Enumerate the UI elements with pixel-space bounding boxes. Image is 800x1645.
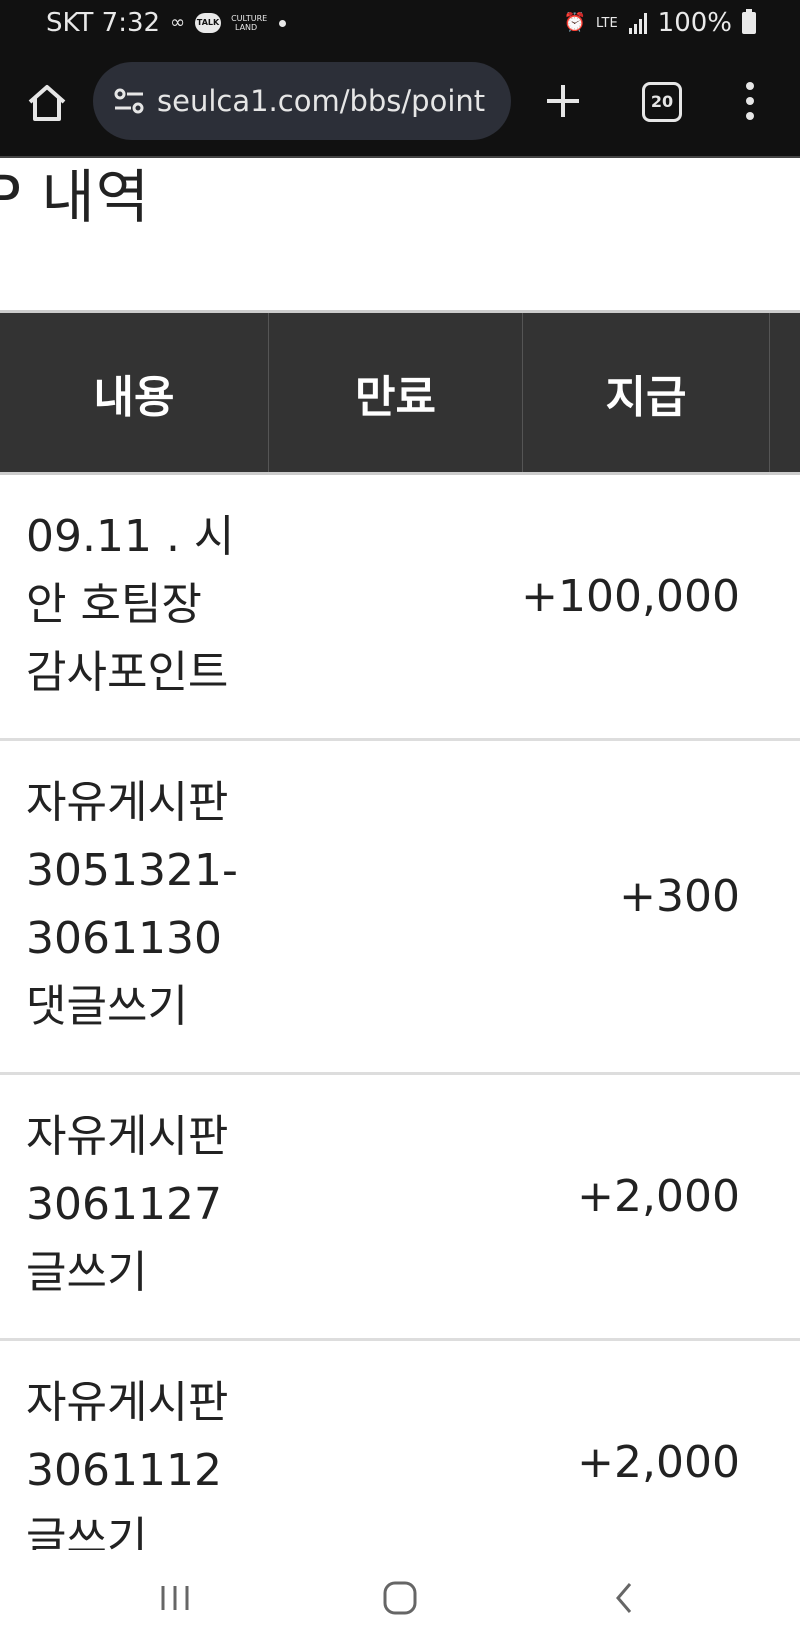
notification-dot-icon [279, 19, 287, 27]
network-type: LTE [596, 15, 618, 31]
culture-land-icon: CULTURE LAND [231, 14, 268, 32]
talk-icon: TALK [195, 13, 222, 33]
table-row: 09.11 . 시안 호팀장 감사포인트 +100,000 [0, 475, 800, 741]
address-bar[interactable]: seulca1.com/bbs/point [93, 62, 511, 140]
navigation-bar [0, 1550, 800, 1645]
table-row: 자유게시판 3061127 글쓰기 +2,000 [0, 1075, 800, 1341]
site-settings-icon[interactable] [113, 87, 145, 115]
signal-icon [628, 13, 647, 34]
new-tab-icon[interactable] [540, 78, 586, 124]
browser-toolbar: seulca1.com/bbs/point 20 [0, 48, 800, 158]
url-text[interactable]: seulca1.com/bbs/point [157, 84, 485, 118]
row-content: 09.11 . 시안 호팀장 감사포인트 [26, 511, 235, 698]
battery-icon [742, 9, 756, 34]
column-header-extra [770, 313, 800, 472]
row-content: 자유게시판 3061112 글쓰기 [26, 1377, 229, 1550]
page-title: P 내역 [0, 163, 151, 231]
more-menu-icon[interactable] [740, 78, 760, 124]
column-header-expire: 만료 [269, 313, 523, 472]
row-content: 자유게시판 3051321-3061130 댓글쓰기 [26, 777, 238, 1032]
row-amount: +2,000 [577, 1437, 740, 1488]
home-nav-icon[interactable] [375, 1578, 425, 1618]
column-header-content: 내용 [0, 313, 269, 472]
row-amount: +300 [619, 871, 740, 922]
row-amount: +2,000 [577, 1171, 740, 1222]
row-content: 자유게시판 3061127 글쓰기 [26, 1111, 229, 1298]
alarm-icon: ⏰ [563, 12, 587, 33]
carrier-time: SKT 7:32 [46, 8, 161, 38]
home-icon[interactable] [24, 80, 70, 126]
infinity-icon: ∞ [170, 12, 186, 33]
battery-percent: 100% [657, 8, 732, 38]
table-body: 09.11 . 시안 호팀장 감사포인트 +100,000 자유게시판 3051… [0, 475, 800, 1550]
table-row: 자유게시판 3051321-3061130 댓글쓰기 +300 [0, 741, 800, 1075]
table-header: 내용 만료 지급 [0, 313, 800, 475]
table-row: 자유게시판 3061112 글쓰기 +2,000 [0, 1341, 800, 1550]
column-header-amount: 지급 [523, 313, 770, 472]
recent-apps-icon[interactable] [150, 1578, 200, 1618]
back-icon[interactable] [600, 1578, 650, 1618]
status-bar: SKT 7:32 ∞ TALK CULTURE LAND ⏰ LTE 100% [0, 0, 800, 48]
row-amount: +100,000 [521, 571, 740, 622]
tab-switcher-button[interactable]: 20 [642, 82, 682, 122]
